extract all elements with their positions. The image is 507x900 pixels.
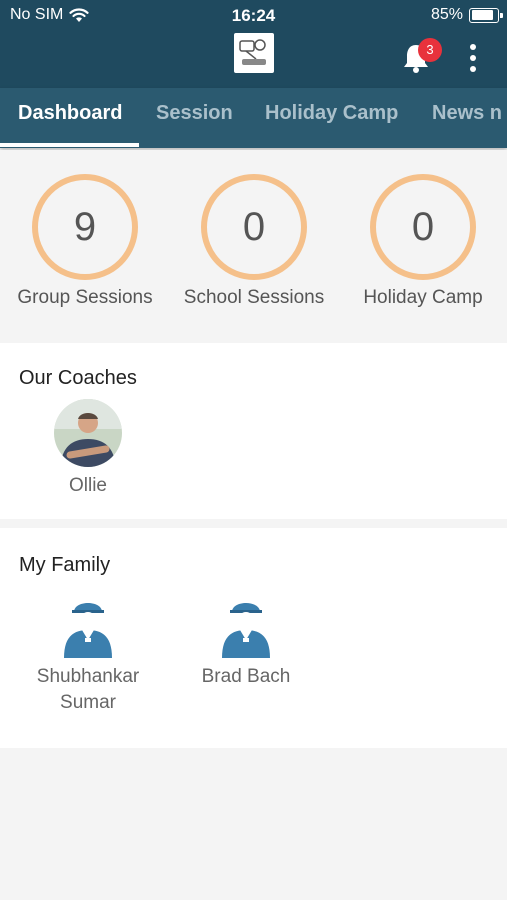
coach-item[interactable]: Ollie: [38, 399, 138, 499]
stat-ring: 0: [201, 174, 307, 280]
coaches-card: Our Coaches Ollie: [0, 343, 507, 519]
stat-ring: 0: [370, 174, 476, 280]
family-member-name: Shubhankar Sumar: [36, 666, 140, 713]
family-member-item[interactable]: Shubhankar Sumar: [28, 592, 148, 716]
person-icon: [222, 603, 270, 658]
stat-school-sessions[interactable]: 0 School Sessions: [169, 174, 339, 309]
family-member-name: Brad Bach: [201, 666, 291, 687]
stat-group-sessions[interactable]: 9 Group Sessions: [0, 174, 170, 309]
more-options-icon[interactable]: [466, 44, 480, 72]
tab-news[interactable]: News n: [432, 88, 502, 148]
coach-name: Ollie: [68, 475, 107, 496]
notification-badge: 3: [418, 38, 442, 62]
tab-dashboard[interactable]: Dashboard: [18, 88, 122, 148]
app-header: No SIM 16:24 85% 3: [0, 0, 507, 88]
family-card: My Family Shubhankar Sumar Brad Bach: [0, 528, 507, 748]
logo-icon: [239, 39, 266, 65]
status-bar: No SIM 16:24 85%: [0, 0, 507, 30]
family-title: My Family: [19, 554, 111, 576]
person-icon: [64, 603, 112, 658]
battery-percent: 85%: [430, 6, 463, 23]
stat-ring: 9: [32, 174, 138, 280]
active-tab-indicator: [0, 143, 139, 147]
stat-label: Holiday Camp: [363, 287, 483, 308]
family-member-item[interactable]: Brad Bach: [186, 592, 306, 690]
coach-avatar: [54, 399, 122, 467]
stat-label: Group Sessions: [17, 287, 153, 308]
stat-holiday-camp[interactable]: 0 Holiday Camp: [338, 174, 507, 309]
stat-label: School Sessions: [183, 287, 325, 308]
battery-status: 85%: [430, 6, 503, 24]
tab-session[interactable]: Session: [156, 88, 233, 148]
tab-bar: Dashboard Session Holiday Camp News n: [0, 88, 507, 148]
app-logo: [234, 33, 274, 73]
coaches-title: Our Coaches: [19, 367, 137, 389]
tab-holiday-camp[interactable]: Holiday Camp: [265, 88, 398, 148]
stats-section: 9 Group Sessions 0 School Sessions 0 Hol…: [0, 150, 507, 342]
battery-icon: [469, 7, 503, 23]
